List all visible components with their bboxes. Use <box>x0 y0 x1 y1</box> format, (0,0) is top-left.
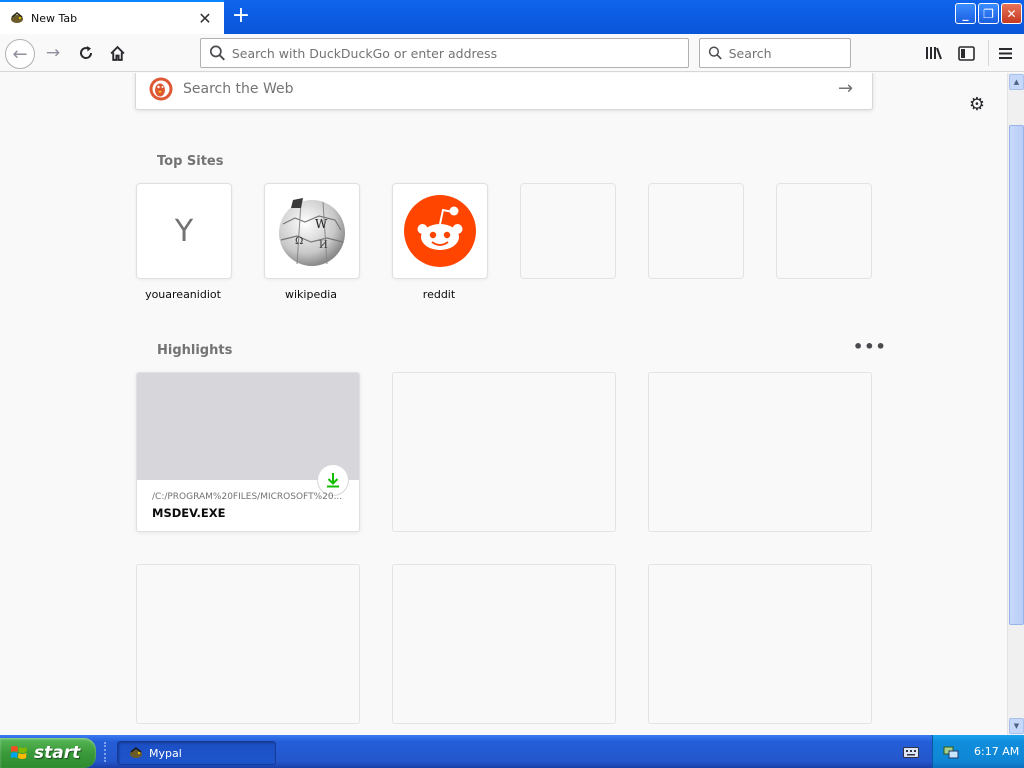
highlights-heading: Highlights <box>157 343 233 358</box>
highlight-card-download[interactable]: /C:/PROGRAM%20FILES/MICROSOFT%20... MSDE… <box>136 372 360 532</box>
mypal-app-icon <box>130 747 142 758</box>
tab-close-icon[interactable]: ✕ <box>194 7 216 29</box>
top-site-empty-slot[interactable] <box>776 183 872 279</box>
top-site-reddit[interactable] <box>392 183 488 279</box>
system-tray: 6:17 AM <box>932 735 1024 768</box>
search-input[interactable] <box>728 45 850 61</box>
highlight-empty-slot <box>648 372 872 532</box>
svg-text:И: И <box>319 240 328 251</box>
top-sites-heading: Top Sites <box>157 154 224 169</box>
highlight-empty-slot <box>392 564 616 724</box>
nav-toolbar: ← → <box>0 34 1024 72</box>
top-site-empty-slot[interactable] <box>648 183 744 279</box>
menu-button[interactable] <box>993 41 1017 65</box>
top-site-label: youareanidiot <box>145 288 221 301</box>
taskbar-item-mypal[interactable]: Mypal <box>117 741 276 765</box>
toolbar-separator <box>988 40 989 66</box>
taskbar-item-label: Mypal <box>149 746 182 760</box>
more-options-icon[interactable]: ••• <box>853 339 886 355</box>
close-window-button[interactable]: ✕ <box>1001 3 1022 24</box>
top-site-empty-slot[interactable] <box>520 183 616 279</box>
url-input[interactable] <box>231 45 688 61</box>
scrollbar-thumb[interactable] <box>1009 125 1024 625</box>
scroll-up-arrow-icon[interactable]: ▲ <box>1009 74 1024 90</box>
sidebar-icon <box>957 45 975 61</box>
forward-arrow-icon: → <box>45 43 61 63</box>
svg-text:Ω: Ω <box>295 236 303 247</box>
top-site-youareanidiot[interactable]: Y <box>136 183 232 279</box>
duckduckgo-logo-icon <box>149 77 173 100</box>
back-button[interactable]: ← <box>5 39 35 69</box>
start-label: start <box>34 743 81 763</box>
highlight-url: /C:/PROGRAM%20FILES/MICROSOFT%20... <box>152 492 343 502</box>
keyboard-icon[interactable] <box>903 746 919 758</box>
browser-window: New Tab ✕ + _ ❐ ✕ ← → Search with DuckDu… <box>0 0 1024 768</box>
web-search-box[interactable]: → <box>135 73 873 110</box>
highlight-title: MSDEV.EXE <box>152 506 226 520</box>
svg-text:W: W <box>315 217 328 231</box>
highlight-preview <box>137 373 359 480</box>
wikipedia-globe-icon: W Ω И <box>279 198 345 266</box>
vertical-scrollbar[interactable]: ▲ ▼ <box>1007 73 1024 735</box>
scroll-down-arrow-icon[interactable]: ▼ <box>1009 718 1024 734</box>
mypal-favicon-icon <box>11 12 23 23</box>
reload-icon <box>80 46 93 59</box>
back-arrow-icon: ← <box>12 43 28 65</box>
url-bar[interactable] <box>200 38 689 68</box>
tab-title: New Tab <box>31 11 78 25</box>
hamburger-menu-icon <box>998 47 1012 59</box>
clock: 6:17 AM <box>974 745 1020 758</box>
sidebar-toggle-button[interactable] <box>954 41 978 65</box>
start-button[interactable]: start <box>0 738 96 768</box>
window-controls: _ ❐ ✕ <box>955 3 1022 24</box>
network-icon[interactable] <box>943 744 959 760</box>
library-icon <box>926 47 942 60</box>
top-site-label: reddit <box>422 288 456 301</box>
tab-strip: New Tab ✕ + _ ❐ ✕ <box>0 0 1024 34</box>
search-icon <box>708 46 722 60</box>
download-icon <box>327 473 339 488</box>
taskbar: start Mypal 6:17 AM <box>0 735 1024 768</box>
search-icon <box>209 45 225 61</box>
top-site-label: wikipedia <box>284 288 337 301</box>
tab-new-tab[interactable]: New Tab ✕ <box>0 0 224 34</box>
reload-button[interactable] <box>74 41 98 65</box>
search-bar[interactable] <box>699 38 851 68</box>
highlight-empty-slot <box>136 564 360 724</box>
highlight-empty-slot <box>392 372 616 532</box>
top-site-wikipedia[interactable]: W Ω И <box>264 183 360 279</box>
minimize-button[interactable]: _ <box>955 3 976 24</box>
site-letter-icon: Y <box>174 213 194 249</box>
new-tab-button[interactable]: + <box>229 4 253 28</box>
new-tab-page: → ⚙ Top Sites Y youareanidiot <box>0 73 1007 735</box>
settings-gear-icon[interactable]: ⚙ <box>967 95 987 115</box>
windows-logo-icon <box>10 746 27 759</box>
library-button[interactable] <box>922 41 946 65</box>
forward-button[interactable]: → <box>41 41 65 65</box>
taskbar-grip <box>104 742 108 762</box>
web-search-input[interactable] <box>183 80 838 97</box>
highlight-empty-slot <box>648 564 872 724</box>
restore-button[interactable]: ❐ <box>978 3 999 24</box>
home-button[interactable] <box>105 41 129 65</box>
home-icon <box>109 45 125 61</box>
search-arrow-icon[interactable]: → <box>838 78 858 99</box>
reddit-logo-icon <box>404 195 476 267</box>
